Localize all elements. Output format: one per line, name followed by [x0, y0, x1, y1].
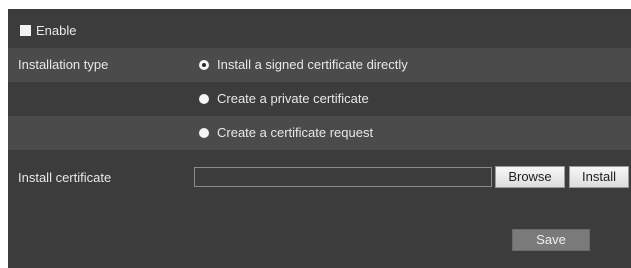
option-create-certificate-request-label[interactable]: Create a certificate request [217, 125, 373, 141]
enable-label: Enable [36, 23, 77, 38]
certificate-settings-panel: Enable Installation type Install a signe… [8, 9, 631, 268]
installation-type-row-3: Create a certificate request [8, 116, 631, 150]
installation-type-label: Installation type [18, 57, 109, 72]
radio-create-private-certificate[interactable] [199, 94, 209, 104]
save-button[interactable]: Save [512, 229, 590, 251]
certificate-file-path-input[interactable] [194, 167, 492, 187]
option-install-signed-certificate-label[interactable]: Install a signed certificate directly [217, 57, 408, 73]
radio-install-signed-certificate[interactable] [199, 60, 209, 70]
install-certificate-label: Install certificate [18, 170, 112, 185]
install-button[interactable]: Install [569, 166, 629, 188]
browse-button[interactable]: Browse [495, 166, 565, 188]
option-create-private-certificate-label[interactable]: Create a private certificate [217, 91, 369, 107]
installation-type-row-1: Installation type Install a signed certi… [8, 48, 631, 82]
enable-checkbox[interactable] [20, 25, 31, 36]
installation-type-row-2: Create a private certificate [8, 82, 631, 116]
radio-create-certificate-request[interactable] [199, 128, 209, 138]
